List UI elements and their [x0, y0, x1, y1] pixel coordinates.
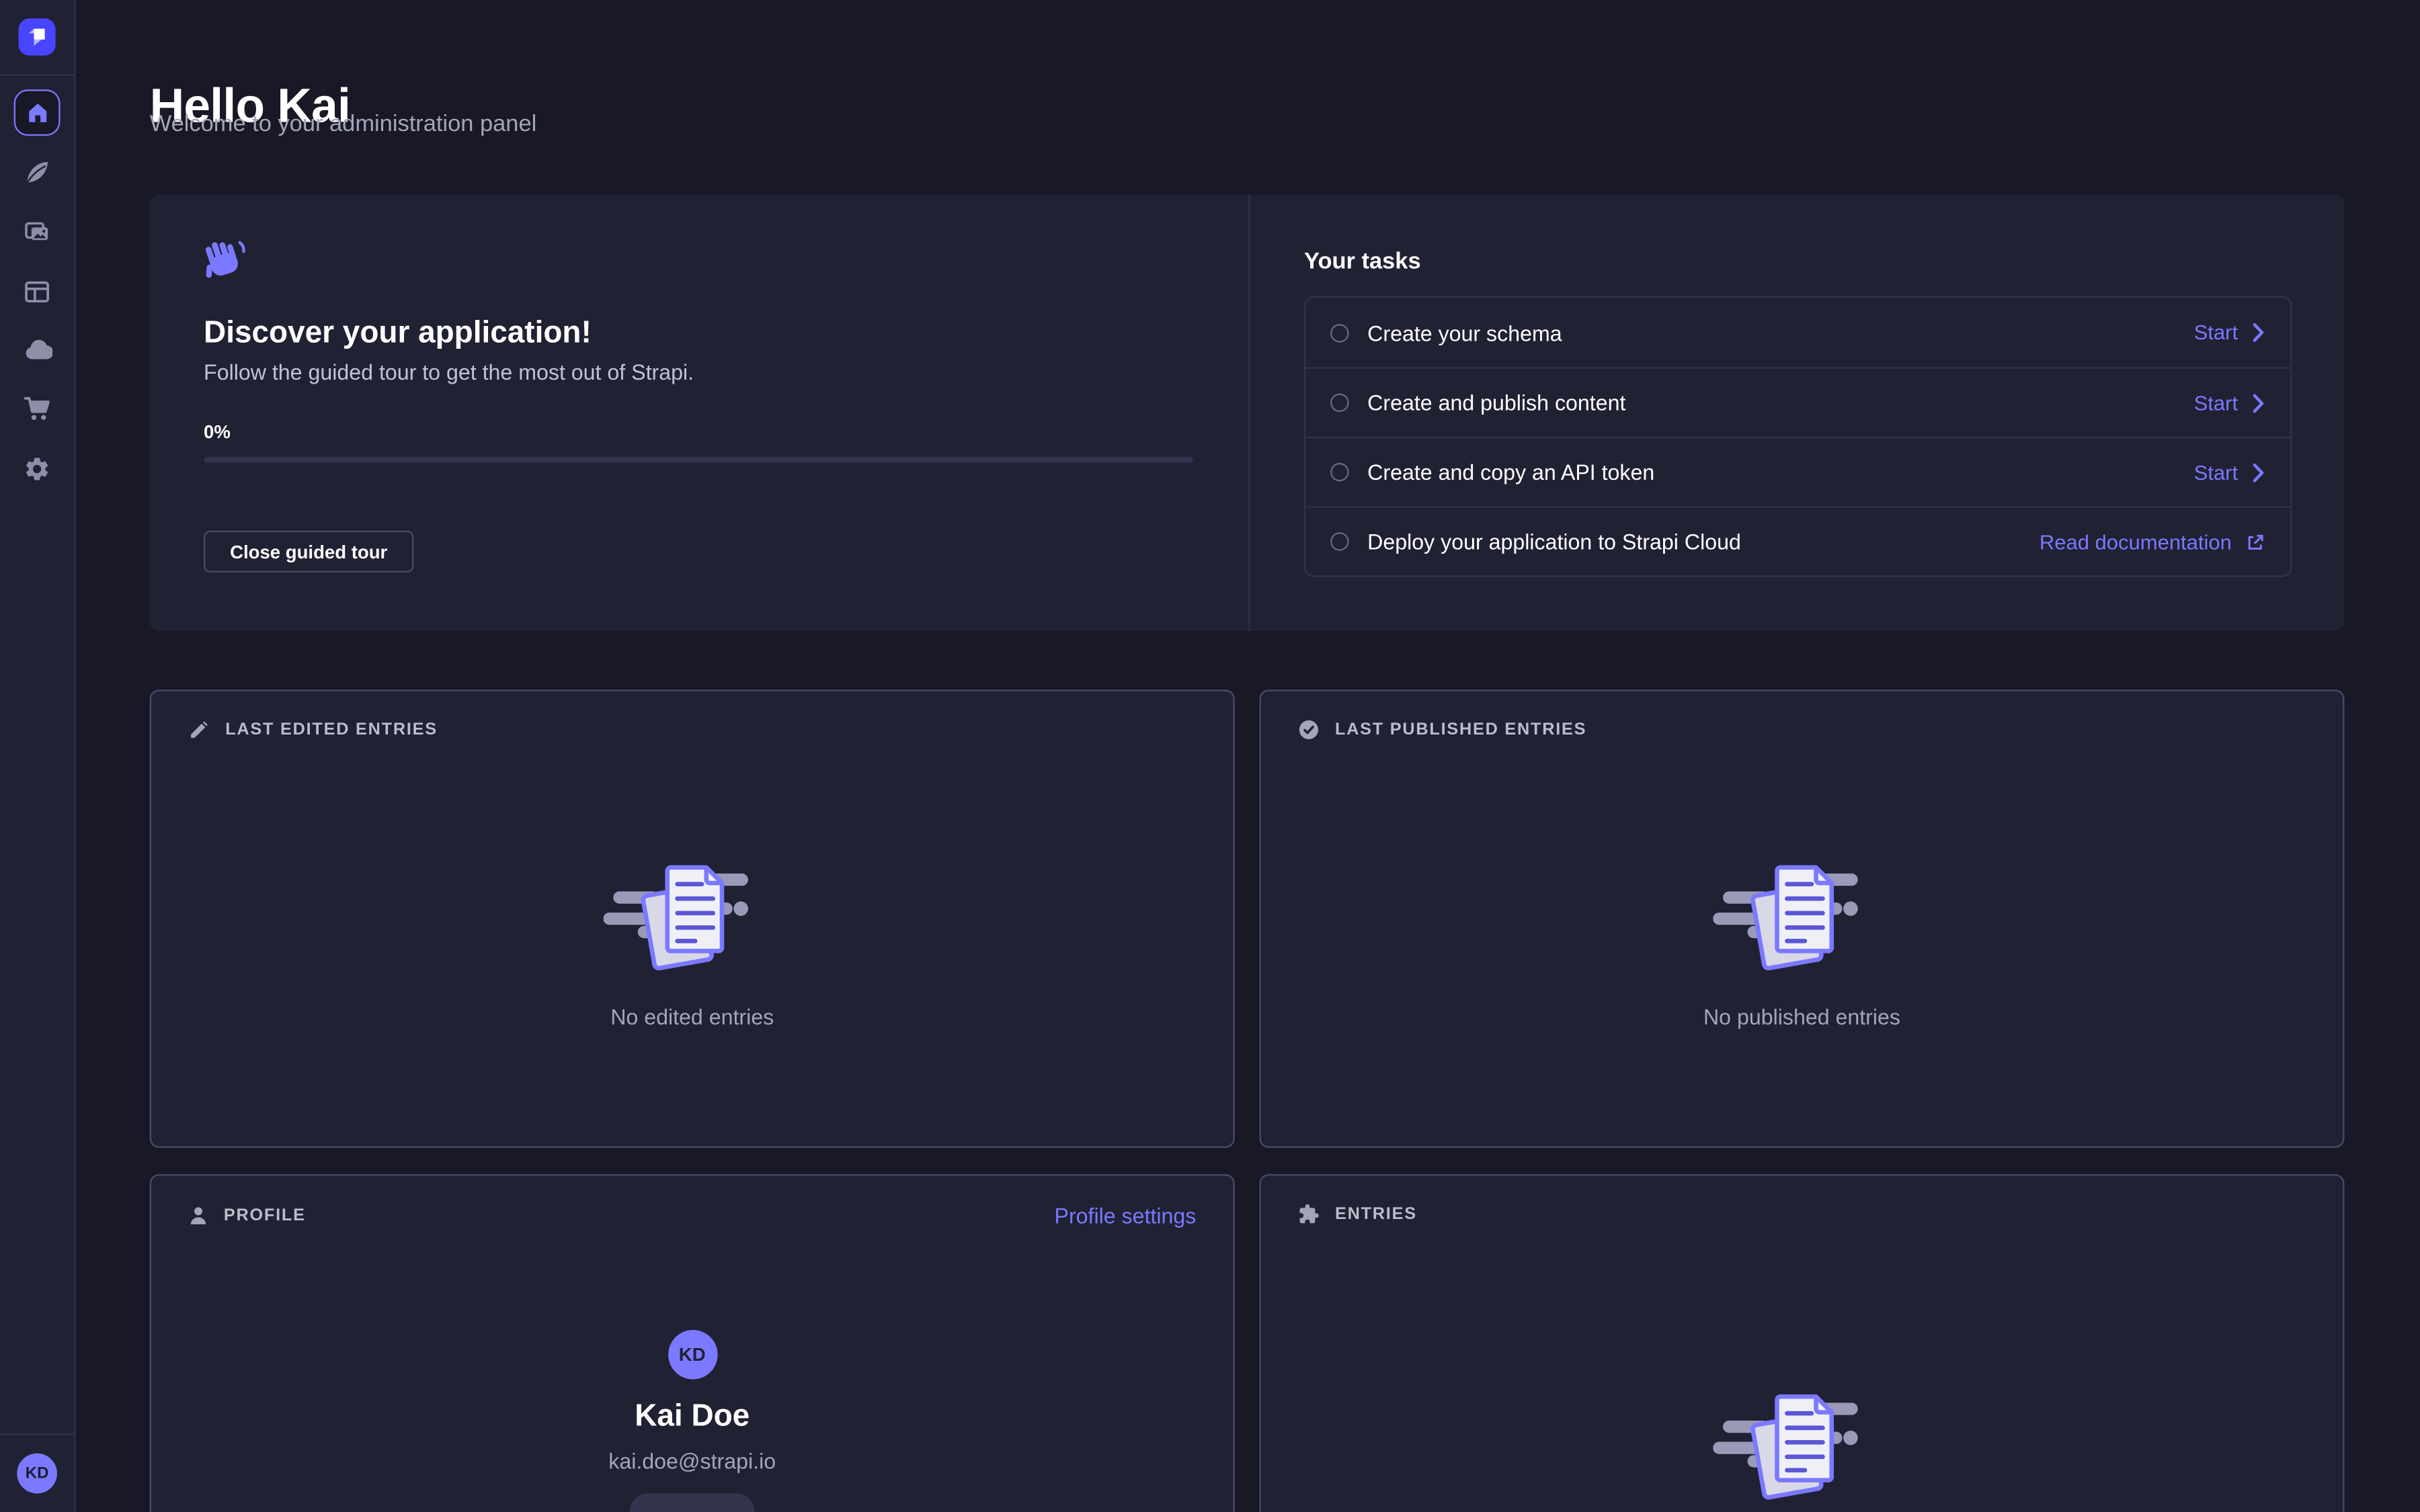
- close-guided-tour-button[interactable]: Close guided tour: [204, 531, 413, 573]
- chevron-right-icon: [2252, 392, 2266, 413]
- home-icon: [24, 99, 50, 126]
- layout-icon: [23, 278, 50, 305]
- waving-hand-icon: [204, 239, 245, 287]
- task-row-create-schema[interactable]: Create your schema Start: [1305, 298, 2290, 367]
- main-content: Hello Kai Welcome to your administration…: [76, 0, 2420, 1512]
- sidebar-item-marketplace[interactable]: [0, 380, 74, 438]
- tasks-title: Your tasks: [1304, 249, 1421, 275]
- guided-tour-progress-bar: [204, 457, 1193, 463]
- strapi-logo-icon: [19, 19, 56, 56]
- task-row-create-publish-content[interactable]: Create and publish content Start: [1305, 367, 2290, 436]
- sidebar-bottom-divider: [0, 1433, 74, 1435]
- task-start-link[interactable]: Start: [2194, 391, 2266, 414]
- profile-avatar: KD: [668, 1330, 717, 1379]
- tasks-panel: Your tasks Create your schema Start: [1250, 194, 2345, 631]
- read-documentation-link[interactable]: Read documentation: [2040, 530, 2266, 553]
- task-start-link[interactable]: Start: [2194, 460, 2266, 483]
- empty-documents-illustration: [603, 855, 782, 976]
- strapi-admin-dashboard: KD Hello Kai Welcome to your administrat…: [0, 0, 2420, 1512]
- sidebar-divider: [0, 74, 74, 75]
- task-status-circle: [1330, 393, 1349, 412]
- task-status-circle: [1330, 323, 1349, 342]
- images-icon: [23, 218, 50, 245]
- empty-state-text: No published entries: [1703, 1003, 1900, 1028]
- profile-name: Kai Doe: [635, 1399, 750, 1435]
- task-status-circle: [1330, 532, 1349, 551]
- task-row-deploy-strapi-cloud[interactable]: Deploy your application to Strapi Cloud …: [1305, 506, 2290, 575]
- sidebar-user-avatar[interactable]: KD: [17, 1454, 57, 1494]
- entries-widget: ENTRIES: [1259, 1174, 2344, 1512]
- sidebar-item-home[interactable]: [14, 89, 61, 136]
- profile-email: kai.doe@strapi.io: [608, 1449, 776, 1474]
- gear-icon: [23, 455, 50, 482]
- guided-tour-progress-label: 0%: [204, 421, 231, 443]
- profile-role-badge: [630, 1493, 755, 1512]
- last-published-entries-widget: LAST PUBLISHED ENTRIES: [1259, 689, 2344, 1148]
- cloud-icon: [22, 335, 52, 365]
- task-row-create-api-token[interactable]: Create and copy an API token Start: [1305, 437, 2290, 506]
- last-edited-entries-widget: LAST EDITED ENTRIES: [150, 689, 1235, 1148]
- empty-documents-illustration: [1712, 855, 1891, 976]
- sidebar-item-settings[interactable]: [0, 439, 74, 498]
- guided-tour-card: Discover your application! Follow the gu…: [150, 194, 2345, 631]
- strapi-logo[interactable]: [19, 19, 56, 56]
- sidebar-item-content-manager[interactable]: [0, 144, 74, 202]
- chevron-right-icon: [2252, 323, 2266, 343]
- task-label: Create and copy an API token: [1367, 460, 2175, 485]
- sidebar-item-deploy[interactable]: [0, 321, 74, 380]
- page-subtitle: Welcome to your administration panel: [150, 111, 537, 137]
- chevron-right-icon: [2252, 462, 2266, 482]
- task-start-link[interactable]: Start: [2194, 321, 2266, 344]
- empty-state-text: No edited entries: [610, 1003, 774, 1028]
- task-status-circle: [1330, 463, 1349, 482]
- sidebar-item-media-library[interactable]: [0, 202, 74, 261]
- task-label: Deploy your application to Strapi Cloud: [1367, 530, 2021, 554]
- empty-documents-illustration: [1712, 1386, 1891, 1506]
- cart-icon: [23, 395, 50, 423]
- task-label: Create your schema: [1367, 320, 2175, 345]
- guided-tour-title: Discover your application!: [204, 317, 592, 352]
- feather-icon: [23, 159, 50, 186]
- guided-tour-panel: Discover your application! Follow the gu…: [150, 194, 1249, 631]
- tasks-list: Create your schema Start Create and publ…: [1304, 296, 2292, 577]
- external-link-icon: [2246, 532, 2266, 552]
- profile-widget: PROFILE Profile settings KD Kai Doe kai.…: [150, 1174, 1235, 1512]
- task-label: Create and publish content: [1367, 390, 2175, 415]
- guided-tour-description: Follow the guided tour to get the most o…: [204, 360, 694, 384]
- sidebar: KD: [0, 0, 76, 1512]
- sidebar-item-content-type-builder[interactable]: [0, 262, 74, 321]
